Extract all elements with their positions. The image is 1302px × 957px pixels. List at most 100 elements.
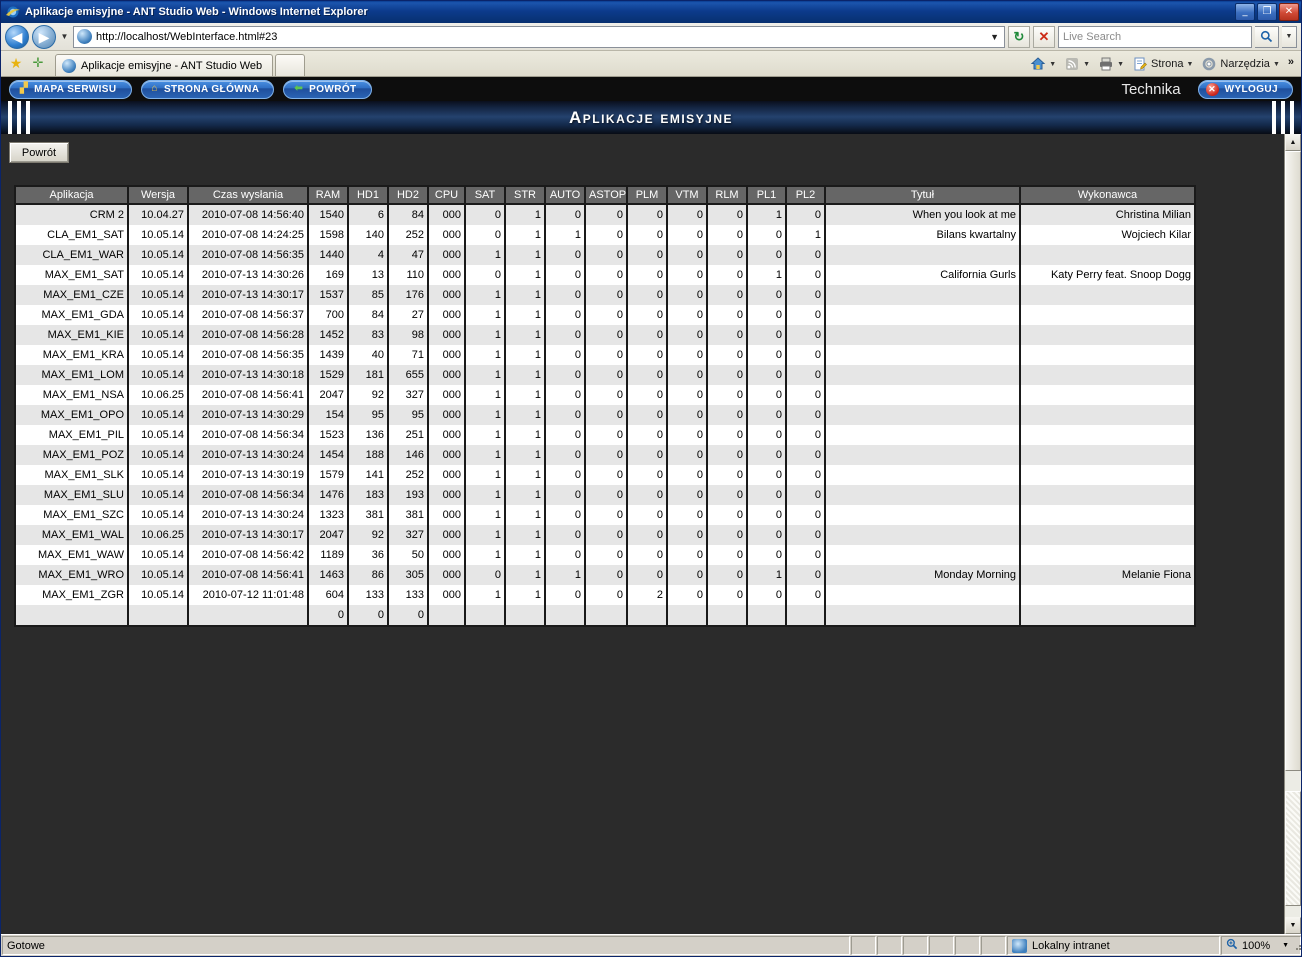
cell-plm: 0	[627, 485, 668, 505]
column-header-vtm[interactable]: VTM	[667, 185, 708, 205]
column-header-pl2[interactable]: PL2	[786, 185, 826, 205]
cell-sat: 1	[465, 325, 506, 345]
back-icon[interactable]: ◀	[5, 24, 29, 49]
cell-sat: 1	[465, 425, 506, 445]
table-row[interactable]: MAX_EM1_SLU 10.05.14 2010-07-08 14:56:34 14…	[14, 485, 1196, 505]
url-input[interactable]: http://localhost/WebInterface.html#23 ▼	[73, 25, 1005, 48]
chevron-down-icon[interactable]: ▼	[1117, 61, 1124, 68]
column-header-pl1[interactable]: PL1	[747, 185, 787, 205]
column-header-aplikacja[interactable]: Aplikacja	[14, 185, 129, 205]
logout-button[interactable]: ✕ WYLOGUJ	[1197, 79, 1293, 99]
tools-menu-button[interactable]: Narzędzia ▼	[1198, 54, 1282, 74]
table-row[interactable]: MAX_EM1_SAT 10.05.14 2010-07-13 14:30:26 16…	[14, 265, 1196, 285]
scrollbar-thumb-secondary[interactable]	[1285, 791, 1301, 906]
column-header-astop[interactable]: ASTOP	[585, 185, 628, 205]
table-row[interactable]: MAX_EM1_NSA 10.06.25 2010-07-08 14:56:41 20…	[14, 385, 1196, 405]
app-navigation-bar: ▞ MAPA SERWISU ⌂ STRONA GŁÓWNA ⬅ POWRÓT …	[1, 77, 1301, 101]
column-header-wykonawca[interactable]: Wykonawca	[1020, 185, 1196, 205]
forward-icon[interactable]: ▶	[32, 24, 56, 49]
column-header-hd2[interactable]: HD2	[388, 185, 429, 205]
table-row[interactable]: MAX_EM1_KRA 10.05.14 2010-07-08 14:56:35 14…	[14, 345, 1196, 365]
window-controls: _ ❐ ✕	[1235, 3, 1299, 21]
table-row[interactable]: MAX_EM1_WAL 10.06.25 2010-07-13 14:30:17 20…	[14, 525, 1196, 545]
stop-icon[interactable]: ✕	[1033, 25, 1055, 48]
search-icon[interactable]	[1255, 25, 1279, 48]
table-row[interactable]: CLA_EM1_WAR 10.05.14 2010-07-08 14:56:35 14…	[14, 245, 1196, 265]
column-header-ram[interactable]: RAM	[308, 185, 349, 205]
column-header-auto[interactable]: AUTO	[545, 185, 586, 205]
scrollbar-thumb[interactable]	[1285, 151, 1301, 771]
column-header-cpu[interactable]: CPU	[428, 185, 466, 205]
cell-hd1: 85	[348, 285, 389, 305]
page-menu-button[interactable]: Strona ▼	[1129, 54, 1196, 74]
column-header-czas-wyslania[interactable]: Czas wysłania	[188, 185, 309, 205]
back-button[interactable]: Powrót	[9, 142, 69, 163]
chevron-down-icon[interactable]: ▼	[1049, 61, 1056, 68]
cell-vtm: 0	[667, 485, 708, 505]
column-header-tytul[interactable]: Tytuł	[825, 185, 1021, 205]
column-header-plm[interactable]: PLM	[627, 185, 668, 205]
add-favorite-icon[interactable]: ✛	[27, 52, 49, 74]
table-row[interactable]: MAX_EM1_CZE 10.05.14 2010-07-13 14:30:17 15…	[14, 285, 1196, 305]
scrollbar-track[interactable]	[1285, 151, 1301, 917]
favorites-star-icon[interactable]: ★	[5, 52, 27, 74]
feeds-button[interactable]: ▼	[1061, 54, 1093, 74]
column-header-wersja[interactable]: Wersja	[128, 185, 189, 205]
overflow-button[interactable]: »	[1285, 54, 1297, 70]
refresh-icon[interactable]: ↻	[1008, 25, 1030, 48]
close-button[interactable]: ✕	[1279, 3, 1299, 21]
cell-rlm: 0	[707, 345, 748, 365]
table-row[interactable]: MAX_EM1_LOM 10.05.14 2010-07-13 14:30:18 15…	[14, 365, 1196, 385]
table-row[interactable]: MAX_EM1_OPO 10.05.14 2010-07-13 14:30:29 15…	[14, 405, 1196, 425]
column-header-rlm[interactable]: RLM	[707, 185, 748, 205]
cell-astop: 0	[585, 545, 628, 565]
home-button[interactable]: ▼	[1027, 54, 1059, 74]
resize-grip[interactable]	[1293, 939, 1302, 952]
cell-aplikacja: MAX_EM1_SZC	[14, 505, 129, 525]
search-input[interactable]: Live Search	[1058, 25, 1252, 48]
cell-sat: 0	[465, 225, 506, 245]
print-button[interactable]: ▼	[1095, 54, 1127, 74]
security-zone[interactable]: Lokalny intranet	[1007, 936, 1220, 955]
table-row[interactable]: MAX_EM1_POZ 10.05.14 2010-07-13 14:30:24 14…	[14, 445, 1196, 465]
cell-plm: 0	[627, 565, 668, 585]
cell-sat: 1	[465, 305, 506, 325]
tab-aplikacje-emisyjne[interactable]: Aplikacje emisyjne - ANT Studio Web	[55, 54, 274, 76]
column-header-hd1[interactable]: HD1	[348, 185, 389, 205]
table-row[interactable]: MAX_EM1_PIL 10.05.14 2010-07-08 14:56:34 15…	[14, 425, 1196, 445]
column-header-str[interactable]: STR	[505, 185, 546, 205]
nav-powrot[interactable]: ⬅ POWRÓT	[283, 79, 372, 99]
table-row[interactable]: MAX_EM1_ZGR 10.05.14 2010-07-12 11:01:48 60…	[14, 585, 1196, 605]
page-scrollbar[interactable]: ▲ ▼	[1284, 134, 1301, 934]
table-row[interactable]: MAX_EM1_WRO 10.05.14 2010-07-08 14:56:41 14…	[14, 565, 1196, 585]
chevron-down-icon[interactable]: ▼	[1083, 61, 1090, 68]
table-row[interactable]: MAX_EM1_WAW 10.05.14 2010-07-08 14:56:42 11…	[14, 545, 1196, 565]
cell-astop: 0	[585, 204, 628, 225]
chevron-down-icon[interactable]: ▼	[987, 32, 1002, 42]
table-row[interactable]: MAX_EM1_SLK 10.05.14 2010-07-13 14:30:19 15…	[14, 465, 1196, 485]
new-tab-button[interactable]	[275, 54, 306, 76]
cell-hd1: 40	[348, 345, 389, 365]
scroll-down-button[interactable]: ▼	[1285, 917, 1301, 934]
table-row[interactable]: CLA_EM1_SAT 10.05.14 2010-07-08 14:24:25 15…	[14, 225, 1196, 245]
table-row[interactable]: MAX_EM1_SZC 10.05.14 2010-07-13 14:30:24 13…	[14, 505, 1196, 525]
chevron-down-icon[interactable]: ▼	[59, 32, 70, 41]
cell-rlm: 0	[707, 365, 748, 385]
nav-mapa-serwisu[interactable]: ▞ MAPA SERWISU	[9, 79, 132, 99]
chevron-down-icon[interactable]: ▼	[1282, 942, 1289, 949]
column-header-sat[interactable]: SAT	[465, 185, 506, 205]
table-row[interactable]: MAX_EM1_GDA 10.05.14 2010-07-08 14:56:37 70…	[14, 305, 1196, 325]
zoom-control[interactable]: 100% ▼	[1221, 936, 1302, 955]
minimize-button[interactable]: _	[1235, 3, 1255, 21]
cell-aplikacja: MAX_EM1_KRA	[14, 345, 129, 365]
cell-astop: 0	[585, 465, 628, 485]
scroll-up-button[interactable]: ▲	[1285, 134, 1301, 151]
maximize-button[interactable]: ❐	[1257, 3, 1277, 21]
table-row[interactable]: MAX_EM1_KIE 10.05.14 2010-07-08 14:56:28 14…	[14, 325, 1196, 345]
table-row[interactable]: CRM 2 10.04.27 2010-07-08 14:56:40 1540 6 84 0…	[14, 204, 1196, 225]
chevron-down-icon[interactable]: ▼	[1186, 61, 1193, 68]
chevron-down-icon[interactable]: ▼	[1282, 25, 1297, 48]
chevron-down-icon[interactable]: ▼	[1273, 61, 1280, 68]
table-totals-row[interactable]: 000	[14, 605, 1196, 627]
nav-strona-glowna[interactable]: ⌂ STRONA GŁÓWNA	[140, 79, 275, 99]
